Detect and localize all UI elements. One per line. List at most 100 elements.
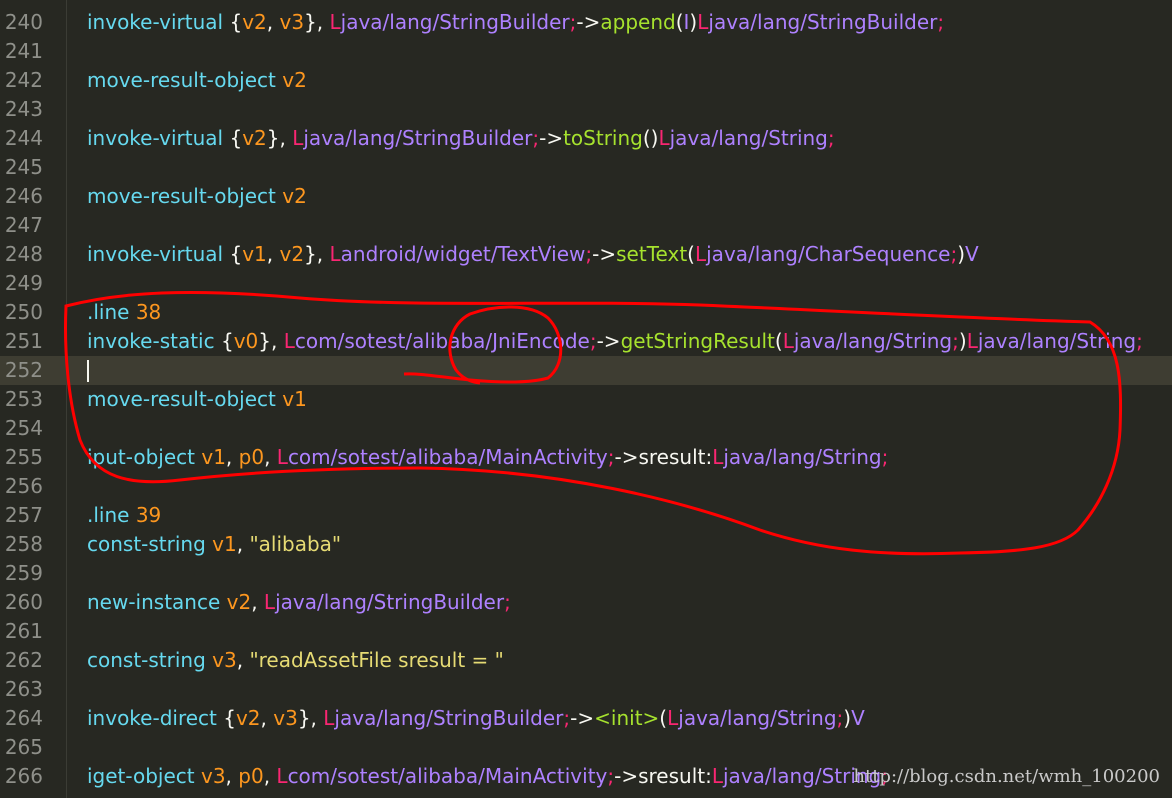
code-token: L bbox=[711, 764, 723, 788]
code-token: }, bbox=[258, 329, 284, 353]
code-token: java/lang/StringBuilder bbox=[340, 10, 570, 34]
code-token: , bbox=[263, 764, 277, 788]
code-line[interactable]: 253 move-result-object v1 bbox=[0, 385, 1172, 414]
code-line[interactable]: 247 bbox=[0, 211, 1172, 240]
line-number: 256 bbox=[4, 474, 43, 498]
code-line[interactable]: 244 invoke-virtual {v2}, Ljava/lang/Strin… bbox=[0, 124, 1172, 153]
code-token: 39 bbox=[135, 503, 162, 527]
code-line[interactable]: 256 bbox=[0, 472, 1172, 501]
code-token: java/lang/String bbox=[723, 445, 882, 469]
code-token: L bbox=[667, 706, 679, 730]
code-token: move-result-object bbox=[87, 68, 283, 92]
line-code: invoke-virtual {v1, v2}, Landroid/widget… bbox=[87, 240, 979, 269]
code-line[interactable]: 265 bbox=[0, 733, 1172, 762]
code-token: ( bbox=[687, 242, 695, 266]
code-line[interactable]: 263 bbox=[0, 675, 1172, 704]
code-token: ( bbox=[774, 329, 783, 353]
line-code: invoke-virtual {v2, v3}, Ljava/lang/Stri… bbox=[87, 8, 944, 37]
code-token: L bbox=[329, 10, 341, 34]
code-line[interactable]: 242 move-result-object v2 bbox=[0, 66, 1172, 95]
code-token: invoke-virtual bbox=[87, 126, 230, 150]
line-number: 243 bbox=[4, 97, 43, 121]
line-number: 247 bbox=[4, 213, 43, 237]
code-token: java/lang/StringBuilder bbox=[303, 126, 533, 150]
code-token: .line bbox=[87, 503, 136, 527]
code-token: v3 bbox=[273, 706, 298, 730]
code-line[interactable]: 252 bbox=[0, 356, 1172, 385]
code-line[interactable]: 241 bbox=[0, 37, 1172, 66]
line-code: .line 38 bbox=[87, 298, 161, 327]
line-code: invoke-static {v0}, Lcom/sotest/alibaba/… bbox=[87, 327, 1143, 356]
code-token: ; bbox=[589, 329, 597, 353]
code-token: invoke-static bbox=[87, 329, 221, 353]
line-number: 266 bbox=[4, 764, 43, 788]
line-number: 242 bbox=[4, 68, 43, 92]
code-line[interactable]: 261 bbox=[0, 617, 1172, 646]
code-token: invoke-virtual bbox=[87, 10, 230, 34]
code-line[interactable]: 255 iput-object v1, p0, Lcom/sotest/aliba… bbox=[0, 443, 1172, 472]
code-token: ; bbox=[937, 10, 945, 34]
code-token: java/lang/String bbox=[977, 329, 1137, 353]
code-token: v2 bbox=[282, 184, 307, 208]
code-token: 38 bbox=[135, 300, 162, 324]
line-code: invoke-virtual {v2}, Ljava/lang/StringBu… bbox=[87, 124, 835, 153]
line-number: 252 bbox=[4, 358, 43, 382]
code-token: { bbox=[229, 10, 243, 34]
code-token: iput-object bbox=[87, 445, 202, 469]
code-line[interactable]: 249 bbox=[0, 269, 1172, 298]
code-line[interactable]: 264 invoke-direct {v2, v3}, Ljava/lang/St… bbox=[0, 704, 1172, 733]
code-token: L bbox=[966, 329, 978, 353]
code-token: -> bbox=[539, 126, 564, 150]
code-editor[interactable]: 240 invoke-virtual {v2, v3}, Ljava/lang/S… bbox=[0, 0, 1172, 798]
code-token: -> bbox=[570, 706, 595, 730]
code-line[interactable]: 250 .line 38 bbox=[0, 298, 1172, 327]
code-token: L bbox=[658, 126, 670, 150]
code-token: () bbox=[642, 126, 659, 150]
code-line[interactable]: 245 bbox=[0, 153, 1172, 182]
code-line[interactable]: 243 bbox=[0, 95, 1172, 124]
code-token: L bbox=[276, 764, 288, 788]
code-line[interactable]: 248 invoke-virtual {v1, v2}, Landroid/wid… bbox=[0, 240, 1172, 269]
line-number: 261 bbox=[4, 619, 43, 643]
code-token: ) bbox=[957, 242, 966, 266]
line-number: 245 bbox=[4, 155, 43, 179]
code-token: ->sresult: bbox=[614, 764, 712, 788]
code-line[interactable]: 260 new-instance v2, Ljava/lang/StringBui… bbox=[0, 588, 1172, 617]
code-line[interactable]: 251 invoke-static {v0}, Lcom/sotest/aliba… bbox=[0, 327, 1172, 356]
code-token: ) bbox=[958, 329, 967, 353]
code-token: p0 bbox=[238, 764, 264, 788]
line-code: move-result-object v2 bbox=[87, 182, 307, 211]
code-token: L bbox=[283, 329, 295, 353]
line-number: 264 bbox=[4, 706, 43, 730]
code-line[interactable]: 257 .line 39 bbox=[0, 501, 1172, 530]
line-code: move-result-object v2 bbox=[87, 66, 307, 95]
code-token: const-string bbox=[87, 532, 213, 556]
code-token: , bbox=[236, 532, 250, 556]
line-number: 258 bbox=[4, 532, 43, 556]
code-token: "alibaba" bbox=[249, 532, 342, 556]
line-code: new-instance v2, Ljava/lang/StringBuilde… bbox=[87, 588, 511, 617]
line-code: const-string v3, "readAssetFile sresult … bbox=[87, 646, 504, 675]
line-number: 265 bbox=[4, 735, 43, 759]
code-line[interactable]: 262 const-string v3, "readAssetFile sresu… bbox=[0, 646, 1172, 675]
code-token: L bbox=[712, 445, 724, 469]
code-token: ; bbox=[881, 445, 889, 469]
code-line[interactable]: 254 bbox=[0, 414, 1172, 443]
code-token: ) bbox=[843, 706, 852, 730]
line-code: .line 39 bbox=[87, 501, 161, 530]
code-token: v3 bbox=[212, 648, 237, 672]
line-code: const-string v1, "alibaba" bbox=[87, 530, 341, 559]
code-token: v0 bbox=[233, 329, 259, 353]
code-line[interactable]: 259 bbox=[0, 559, 1172, 588]
code-token: toString bbox=[563, 126, 643, 150]
code-line[interactable]: 246 move-result-object v2 bbox=[0, 182, 1172, 211]
text-cursor bbox=[87, 360, 89, 382]
code-token: ( bbox=[675, 10, 684, 34]
code-line[interactable]: 258 const-string v1, "alibaba" bbox=[0, 530, 1172, 559]
code-token: p0 bbox=[238, 445, 265, 469]
code-line[interactable]: 240 invoke-virtual {v2, v3}, Ljava/lang/S… bbox=[0, 8, 1172, 37]
code-token: , bbox=[225, 445, 239, 469]
code-token: L bbox=[697, 10, 709, 34]
code-token: append bbox=[600, 10, 676, 34]
code-token: ( bbox=[659, 706, 668, 730]
